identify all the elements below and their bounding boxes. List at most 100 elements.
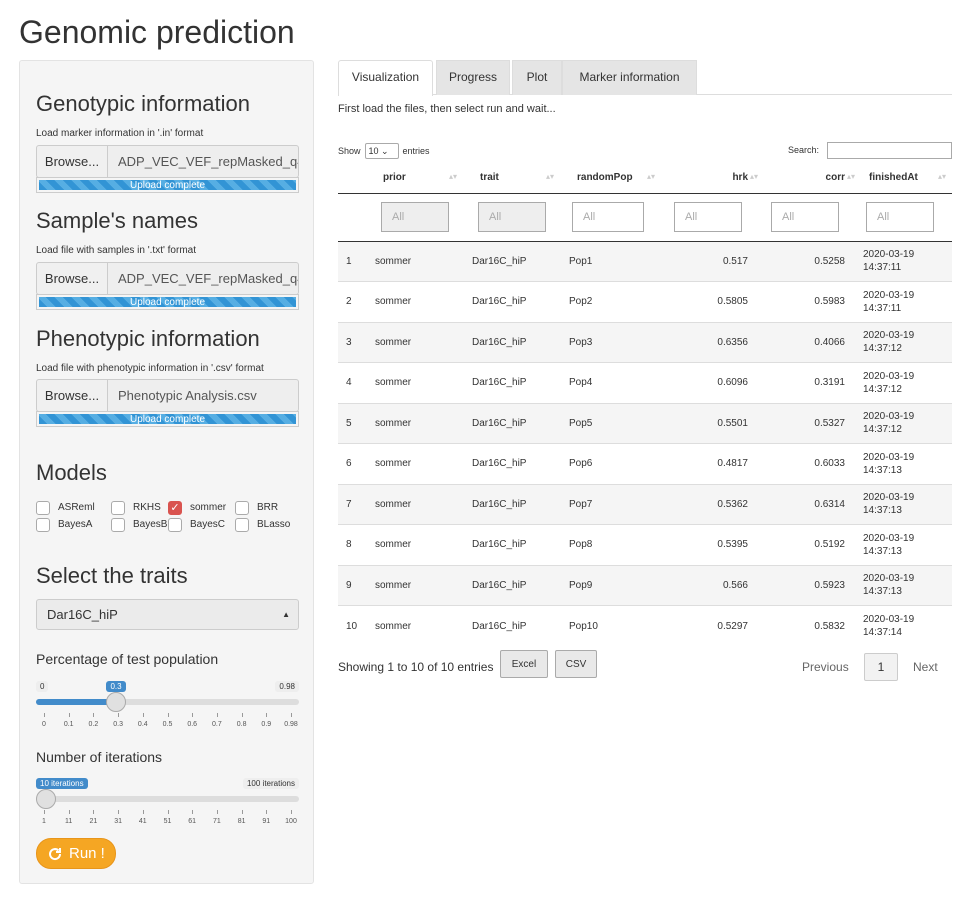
table-row[interactable]: 9 sommer Dar16C_hiP Pop9 0.566 0.5923 2020-03-…: [338, 564, 952, 606]
checkbox-icon[interactable]: [168, 517, 182, 532]
test-pop-slider[interactable]: 0 0.98 0.3 0 0.1 0.2 0.3 0.4 0.5 0.6 0.7 0.8 0.9 0…: [36, 681, 299, 731]
model-checkbox-bayesa[interactable]: BayesA: [36, 516, 111, 533]
excel-button[interactable]: Excel: [500, 650, 548, 678]
phenotypic-heading: Phenotypic information: [36, 326, 260, 351]
slider-tick-label: 1: [42, 818, 46, 825]
run-button[interactable]: Run !: [36, 838, 116, 869]
table-row[interactable]: 1 sommer Dar16C_hiP Pop1 0.517 0.5258 2020-03-…: [338, 240, 952, 282]
table-cell: sommer: [374, 483, 471, 525]
table-cell: 0.5297: [669, 605, 766, 646]
slider-tick: [241, 810, 243, 814]
table-row[interactable]: 7 sommer Dar16C_hiP Pop7 0.5362 0.6314 2020-03…: [338, 483, 952, 525]
table-cell: Pop2: [568, 281, 669, 322]
model-checkbox-rkhs[interactable]: RKHS: [111, 499, 168, 516]
slider-track[interactable]: [36, 789, 299, 809]
tab-plot[interactable]: Plot: [512, 60, 562, 95]
genotypic-progress: Upload complete: [36, 177, 299, 193]
table-cell: sommer: [374, 402, 471, 444]
table-row[interactable]: 4 sommer Dar16C_hiP Pop4 0.6096 0.3191 2020-03…: [338, 362, 952, 403]
phenotypic-file-input[interactable]: Browse... Phenotypic Analysis.csv: [36, 379, 299, 412]
csv-button[interactable]: CSV: [555, 650, 597, 678]
next-button[interactable]: Next: [913, 660, 938, 674]
checkbox-icon[interactable]: [235, 500, 249, 515]
table-cell: Dar16C_hiP: [471, 240, 568, 282]
col-header-prior[interactable]: prior ▴▾: [374, 162, 471, 194]
table-cell: 0.5362: [669, 483, 766, 525]
col-header-hrk[interactable]: hrk ▴▾: [669, 162, 766, 194]
table-cell: 0.517: [669, 240, 766, 282]
checkbox-icon[interactable]: [111, 500, 125, 515]
samples-browse-button[interactable]: Browse...: [36, 262, 108, 295]
table-row[interactable]: 8 sommer Dar16C_hiP Pop8 0.5395 0.5192 2020-03…: [338, 524, 952, 565]
filter-finishedat-input[interactable]: All: [866, 202, 934, 232]
table-row[interactable]: 5 sommer Dar16C_hiP Pop5 0.5501 0.5327 2020-03…: [338, 402, 952, 444]
model-checkbox-bayesb[interactable]: BayesB: [111, 516, 168, 533]
model-checkbox-bayesc[interactable]: BayesC: [168, 516, 235, 533]
samples-file-input[interactable]: Browse... ADP_VEC_VEF_repMasked_q40: [36, 262, 299, 295]
col-header-finishedat[interactable]: finishedAt ▴▾: [863, 162, 952, 194]
iterations-slider[interactable]: 10 iterations 100 iterations 1 11 21 31 41 51…: [36, 778, 299, 828]
slider-tick-label: 41: [138, 818, 147, 825]
table-cell: Pop3: [568, 321, 669, 363]
slider-tick-label: 0.2: [88, 721, 99, 728]
filter-hrk-input[interactable]: All: [674, 202, 742, 232]
filter-row: All All All All All All: [338, 193, 952, 242]
checkbox-icon[interactable]: [36, 517, 50, 532]
slider-min-label: 0: [36, 681, 49, 692]
filter-prior-input[interactable]: All: [381, 202, 449, 232]
traits-select[interactable]: Dar16C_hiP ▲: [36, 599, 299, 630]
search-input[interactable]: [827, 142, 952, 159]
table-cell: Dar16C_hiP: [471, 321, 568, 363]
tab-visualization[interactable]: Visualization: [338, 60, 433, 96]
filter-trait-input[interactable]: All: [478, 202, 546, 232]
checkbox-icon[interactable]: [235, 517, 249, 532]
slider-handle[interactable]: [36, 789, 56, 809]
col-header-trait[interactable]: trait ▴▾: [471, 162, 568, 194]
previous-button[interactable]: Previous: [802, 660, 849, 674]
check-icon[interactable]: ✓: [168, 500, 182, 515]
slider-tick-label: 21: [89, 818, 98, 825]
table-row[interactable]: 3 sommer Dar16C_hiP Pop3 0.6356 0.4066 2020-03…: [338, 321, 952, 363]
col-header-corr[interactable]: corr ▴▾: [766, 162, 863, 194]
table-row[interactable]: 2 sommer Dar16C_hiP Pop2 0.5805 0.5983 2020-03…: [338, 281, 952, 322]
table-cell: Dar16C_hiP: [471, 564, 568, 606]
entries-select[interactable]: 10 ⌄: [364, 143, 399, 159]
slider-tick-label: 0.4: [137, 721, 148, 728]
phenotypic-browse-button[interactable]: Browse...: [36, 379, 108, 412]
slider-tick: [118, 713, 120, 717]
entries-label: entries: [402, 146, 430, 156]
slider-track[interactable]: [36, 692, 299, 712]
genotypic-browse-button[interactable]: Browse...: [36, 145, 108, 178]
model-checkbox-brr[interactable]: BRR: [235, 499, 278, 516]
genotypic-file-name: ADP_VEC_VEF_repMasked_q40: [108, 145, 299, 178]
model-checkbox-sommer[interactable]: ✓ sommer: [168, 499, 235, 516]
chevron-down-icon: ⌄: [381, 146, 389, 156]
page-button-current[interactable]: 1: [864, 653, 898, 681]
model-checkbox-asreml[interactable]: ASReml: [36, 499, 111, 516]
col-header-randompop[interactable]: randomPop ▴▾: [568, 162, 669, 194]
tab-marker-information[interactable]: Marker information: [562, 60, 697, 95]
slider-tick-label: 0.5: [162, 721, 173, 728]
table-cell: 0.5501: [669, 402, 766, 444]
slider-tick: [44, 713, 45, 717]
model-checkbox-blasso[interactable]: BLasso: [235, 516, 290, 533]
filter-randompop-input[interactable]: All: [572, 202, 644, 232]
table-cell: 0.3191: [766, 362, 863, 403]
table-cell: 6: [338, 443, 374, 484]
table-cell-finished-at: 2020-03-19 14:37:12: [863, 321, 952, 363]
table-cell: sommer: [374, 362, 471, 403]
traits-select-value: Dar16C_hiP: [47, 607, 118, 622]
checkbox-icon[interactable]: [111, 517, 125, 532]
slider-handle[interactable]: [106, 692, 127, 712]
table-row[interactable]: 6 sommer Dar16C_hiP Pop6 0.4817 0.6033 2020-03…: [338, 443, 952, 484]
samples-note: Load file with samples in '.txt' format: [36, 245, 196, 256]
filter-corr-input[interactable]: All: [771, 202, 839, 232]
genotypic-file-input[interactable]: Browse... ADP_VEC_VEF_repMasked_q40: [36, 145, 299, 178]
checkbox-icon[interactable]: [36, 500, 50, 515]
tab-progress[interactable]: Progress: [436, 60, 510, 95]
table-header-row: prior ▴▾ trait ▴▾ randomPop ▴▾ hrk ▴▾ corr ▴▾…: [338, 162, 952, 194]
table-cell: Pop10: [568, 605, 669, 646]
run-label: Run !: [69, 845, 105, 862]
table-row[interactable]: 10 sommer Dar16C_hiP Pop10 0.5297 0.5832 2020-…: [338, 605, 952, 646]
table-cell-finished-at: 2020-03-19 14:37:14: [863, 605, 952, 646]
